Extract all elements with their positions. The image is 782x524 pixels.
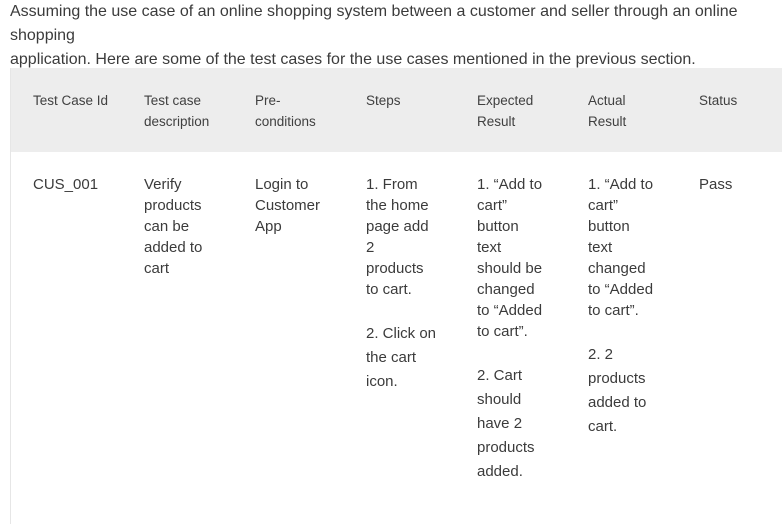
steps-item-1: 1. From the home page add 2 products to …: [366, 174, 438, 300]
expected-line: added.: [477, 463, 523, 480]
header-description-line-2: description: [144, 114, 210, 129]
header-status: Status: [699, 90, 779, 111]
header-preconditions-line-1: Pre-: [255, 93, 281, 108]
expected-line: text: [477, 239, 502, 256]
cell-actual-result: 1. “Add to cart” button text changed to …: [588, 174, 660, 439]
header-steps: Steps: [366, 90, 466, 111]
cell-description: Verify products can be added to cart: [144, 174, 216, 279]
expected-line: to cart”.: [477, 323, 528, 340]
actual-line: text: [588, 239, 613, 256]
header-actual-result: Actual Result: [588, 90, 688, 132]
steps-line: 1. From: [366, 176, 418, 193]
expected-item-1: 1. “Add to cart” button text should be c…: [477, 174, 549, 342]
expected-line: cart”: [477, 197, 507, 214]
actual-line: cart”: [588, 197, 618, 214]
header-preconditions-line-2: conditions: [255, 114, 316, 129]
actual-line: added to: [588, 394, 647, 411]
cell-preconditions-line: Login to: [255, 176, 309, 193]
header-test-case-id-label: Test Case Id: [33, 93, 109, 108]
header-description: Test case description: [144, 90, 244, 132]
actual-line: cart.: [588, 418, 618, 435]
steps-line: the cart: [366, 349, 417, 366]
header-expected-result: Expected Result: [477, 90, 577, 132]
cell-test-case-id-value: CUS_001: [33, 176, 99, 193]
steps-line: the home: [366, 197, 429, 214]
cell-description-line: added to: [144, 239, 203, 256]
intro-paragraph: Assuming the use case of an online shopp…: [10, 0, 780, 72]
header-expected-line-1: Expected: [477, 93, 534, 108]
header-actual-line-2: Result: [588, 114, 627, 129]
cell-description-line: cart: [144, 260, 170, 277]
expected-line: button: [477, 218, 519, 235]
expected-line: changed: [477, 281, 535, 298]
header-description-line-1: Test case: [144, 93, 202, 108]
cell-test-case-id: CUS_001: [33, 174, 133, 195]
header-steps-label: Steps: [366, 93, 401, 108]
cell-steps: 1. From the home page add 2 products to …: [366, 174, 438, 394]
cell-status: Pass: [699, 174, 779, 195]
actual-line: products: [588, 370, 646, 387]
expected-line: products: [477, 439, 535, 456]
cell-expected-result: 1. “Add to cart” button text should be c…: [477, 174, 549, 484]
expected-line: 2. Cart: [477, 367, 523, 384]
steps-line: to cart.: [366, 281, 412, 298]
steps-line: page add: [366, 218, 429, 235]
cell-preconditions: Login to Customer App: [255, 174, 327, 237]
actual-line: button: [588, 218, 630, 235]
cell-description-line: can be: [144, 218, 190, 235]
actual-line: 2. 2: [588, 346, 614, 363]
actual-line: to “Added: [588, 281, 654, 298]
test-cases-table: Test Case Id Test case description Pre- …: [10, 68, 782, 524]
actual-line: to cart”.: [588, 302, 639, 319]
intro-line-1: Assuming the use case of an online shopp…: [10, 3, 738, 44]
steps-line: 2. Click on: [366, 325, 437, 342]
header-test-case-id: Test Case Id: [33, 90, 133, 111]
cell-description-line: products: [144, 197, 202, 214]
steps-line: products: [366, 260, 424, 277]
steps-item-2: 2. Click on the cart icon.: [366, 322, 438, 394]
actual-line: changed: [588, 260, 646, 277]
header-status-label: Status: [699, 93, 738, 108]
header-preconditions: Pre- conditions: [255, 90, 355, 132]
status-value: Pass: [699, 176, 733, 193]
expected-line: should: [477, 391, 522, 408]
header-expected-line-2: Result: [477, 114, 516, 129]
expected-line: have 2: [477, 415, 523, 432]
actual-item-2: 2. 2 products added to cart.: [588, 343, 660, 439]
header-actual-line-1: Actual: [588, 93, 626, 108]
cell-preconditions-line: App: [255, 218, 282, 235]
expected-line: to “Added: [477, 302, 543, 319]
expected-item-2: 2. Cart should have 2 products added.: [477, 364, 549, 484]
steps-line: 2: [366, 239, 375, 256]
actual-item-1: 1. “Add to cart” button text changed to …: [588, 174, 660, 321]
cell-preconditions-line: Customer: [255, 197, 321, 214]
steps-line: icon.: [366, 373, 398, 390]
expected-line: should be: [477, 260, 543, 277]
expected-line: 1. “Add to: [477, 176, 543, 193]
actual-line: 1. “Add to: [588, 176, 654, 193]
cell-description-line: Verify: [144, 176, 182, 193]
